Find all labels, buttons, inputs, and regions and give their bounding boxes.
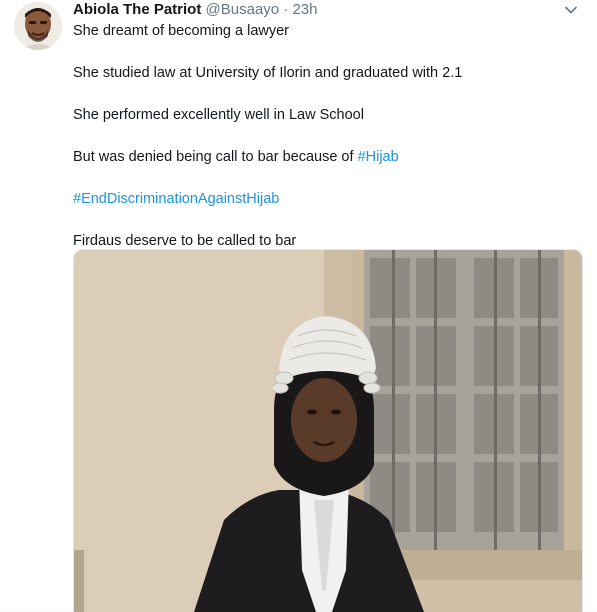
chevron-down-icon[interactable] xyxy=(563,2,579,18)
avatar-image xyxy=(14,2,62,50)
author-handle[interactable]: @Busaayo xyxy=(206,1,280,18)
tweet-line: But was denied being call to bar because… xyxy=(73,147,573,167)
photo-image xyxy=(74,250,582,612)
hashtag-link[interactable]: #Hijab xyxy=(358,149,399,165)
tweet-line-text: But was denied being call to bar because… xyxy=(73,149,358,165)
separator-dot: · xyxy=(283,1,289,18)
tweet-text: She dreamt of becoming a lawyer She stud… xyxy=(73,21,573,251)
tweet-header: Abiola The Patriot @Busaayo · 23h xyxy=(73,0,318,20)
hashtag-link[interactable]: #EndDiscriminationAgainstHijab xyxy=(73,191,279,207)
tweet-line: She studied law at University of Ilorin … xyxy=(73,65,463,81)
author-name[interactable]: Abiola The Patriot xyxy=(73,1,201,18)
tweet: Abiola The Patriot @Busaayo · 23h She dr… xyxy=(0,0,597,612)
tweet-photo[interactable] xyxy=(73,249,583,612)
avatar[interactable] xyxy=(14,2,62,50)
tweet-line: #EndDiscriminationAgainstHijab xyxy=(73,189,573,209)
tweet-line: She performed excellently well in Law Sc… xyxy=(73,107,364,123)
tweet-line: She dreamt of becoming a lawyer xyxy=(73,23,289,39)
tweet-line: Firdaus deserve to be called to bar xyxy=(73,233,297,249)
timestamp[interactable]: 23h xyxy=(292,1,317,18)
